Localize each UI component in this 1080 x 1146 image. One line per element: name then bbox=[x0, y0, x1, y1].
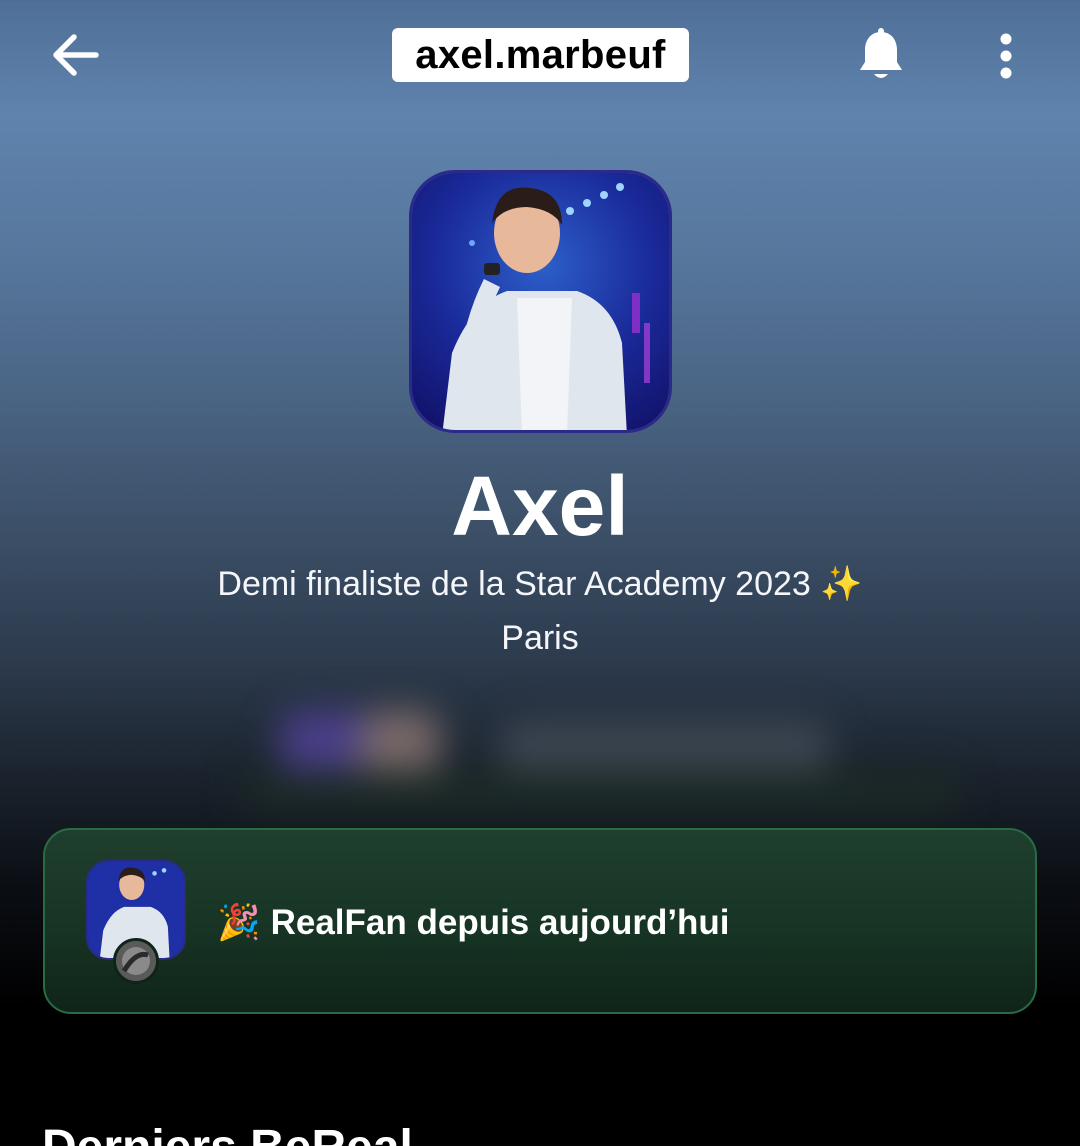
fan-avatar-badge bbox=[113, 938, 159, 984]
arrow-left-icon bbox=[53, 34, 99, 76]
more-vertical-icon bbox=[1000, 33, 1012, 79]
profile-photo bbox=[412, 173, 669, 430]
profile-bio: Demi finaliste de la Star Academy 2023 ✨ bbox=[217, 565, 863, 603]
party-popper-icon: 🎉 bbox=[217, 903, 261, 943]
bell-icon bbox=[860, 28, 902, 78]
back-button[interactable] bbox=[48, 30, 104, 80]
profile-location: Paris bbox=[501, 619, 579, 657]
more-options-button[interactable] bbox=[988, 30, 1024, 82]
display-name: Axel bbox=[451, 459, 629, 553]
fan-photo bbox=[116, 941, 156, 981]
username-label: axel.marbeuf bbox=[392, 28, 689, 82]
blurred-content bbox=[180, 680, 980, 820]
realfan-text: 🎉 RealFan depuis aujourd’hui bbox=[217, 900, 730, 946]
realfan-label: RealFan depuis aujourd’hui bbox=[270, 903, 730, 942]
top-bar: axel.marbeuf bbox=[0, 0, 1080, 110]
notifications-button[interactable] bbox=[852, 26, 910, 86]
profile-avatar[interactable] bbox=[409, 170, 672, 433]
latest-bereal-title: Derniers BeReal bbox=[42, 1118, 413, 1146]
realfan-card[interactable]: 🎉 RealFan depuis aujourd’hui bbox=[43, 828, 1037, 1014]
